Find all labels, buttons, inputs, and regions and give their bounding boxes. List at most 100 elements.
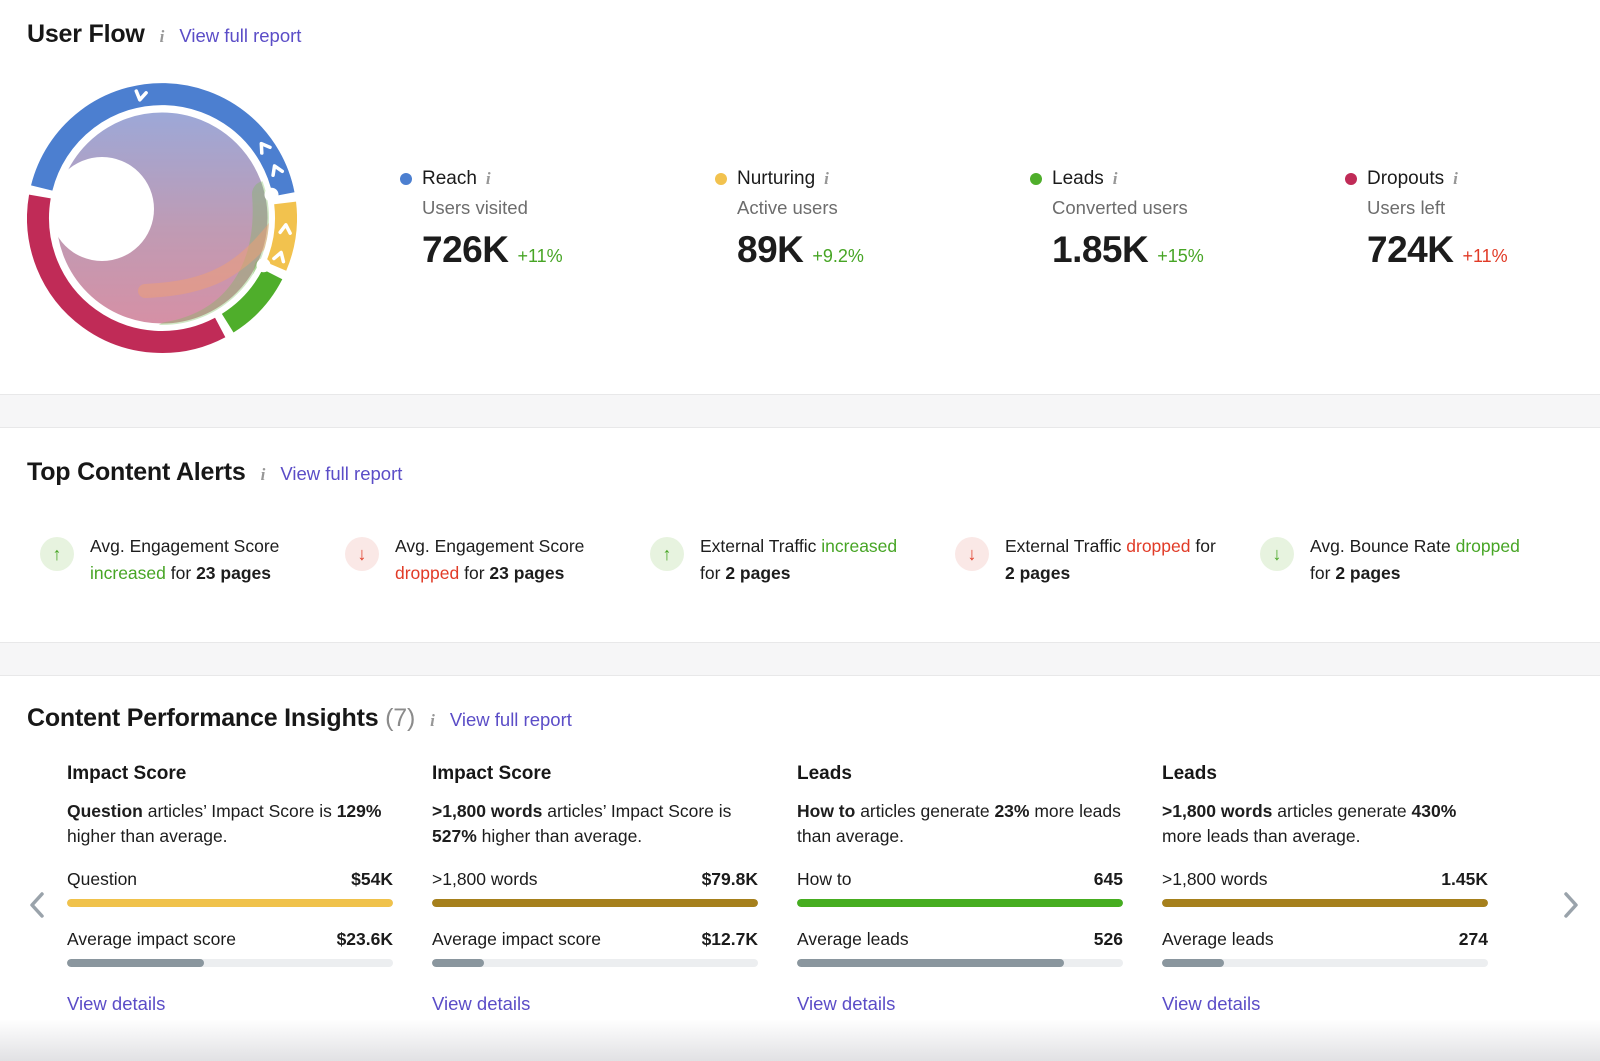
bar-value: 645 (1094, 869, 1123, 890)
insight-cards: Impact Score Question articles’ Impact S… (67, 763, 1600, 1015)
alert-item[interactable]: ↑ External Traffic increased for 2 pages (650, 533, 955, 587)
user-flow-section: User Flow i View full report (0, 0, 1600, 394)
alert-item[interactable]: ↓ External Traffic dropped for 2 pages (955, 533, 1260, 587)
section-divider (0, 394, 1600, 428)
alert-verb: increased (821, 536, 897, 556)
bar-value: $23.6K (337, 929, 393, 950)
alert-verb: dropped (1126, 536, 1190, 556)
card-title: Leads (1162, 763, 1488, 785)
arrow-up-icon: ↑ (650, 537, 684, 571)
flow-node-dot (265, 188, 279, 202)
carousel-next-button[interactable] (1562, 890, 1582, 920)
alert-metric-label: Avg. Bounce Rate (1310, 536, 1451, 556)
alert-verb: increased (90, 563, 166, 583)
insights-header: Content Performance Insights (7) i View … (27, 704, 1600, 733)
metric-change: +11% (517, 246, 562, 267)
metric-change: +11% (1462, 246, 1507, 267)
bar-label: Average impact score (432, 929, 601, 950)
average-bar (797, 959, 1123, 967)
user-flow-view-full-report-link[interactable]: View full report (179, 25, 301, 47)
bar-label: >1,800 words (432, 869, 538, 890)
alert-metric-label: Avg. Engagement Score (90, 536, 279, 556)
info-icon[interactable]: i (486, 169, 491, 189)
user-flow-diagram (27, 82, 297, 359)
bar-value: 1.45K (1441, 869, 1488, 890)
metric-sublabel: Active users (737, 197, 1030, 219)
bar-label: Average leads (797, 929, 909, 950)
info-icon[interactable]: i (160, 27, 165, 47)
alert-connector: for (464, 563, 484, 583)
user-flow-header: User Flow i View full report (27, 20, 1600, 49)
average-bar (67, 959, 393, 967)
alerts-title: Top Content Alerts (27, 458, 246, 487)
bar-value: 274 (1459, 929, 1488, 950)
alert-text: Avg. Bounce Rate dropped for 2 pages (1310, 533, 1532, 587)
alert-verb: dropped (1456, 536, 1520, 556)
alert-count: 2 pages (725, 563, 790, 583)
insight-card: Leads How to articles generate 23% more … (797, 763, 1123, 1015)
average-bar (432, 959, 758, 967)
info-icon[interactable]: i (261, 465, 266, 485)
category-bar (797, 899, 1123, 907)
metric-value: 724K (1367, 229, 1453, 271)
alert-text: External Traffic increased for 2 pages (700, 533, 922, 587)
category-bar-fill (67, 899, 393, 907)
view-details-link[interactable]: View details (797, 993, 895, 1015)
arrow-up-icon: ↑ (40, 537, 74, 571)
metric-name: Leads (1052, 168, 1104, 190)
category-bar-fill (1162, 899, 1488, 907)
card-title: Leads (797, 763, 1123, 785)
metric-change: +15% (1157, 246, 1204, 267)
arrow-down-icon: ↓ (345, 537, 379, 571)
metric-name: Nurturing (737, 168, 815, 190)
average-bar-fill (797, 959, 1064, 967)
view-details-link[interactable]: View details (67, 993, 165, 1015)
chevron-right-icon (1562, 890, 1580, 920)
metric-sublabel: Users left (1367, 197, 1600, 219)
bar-label: Average impact score (67, 929, 236, 950)
bar-value: 526 (1094, 929, 1123, 950)
alert-item[interactable]: ↑ Avg. Engagement Score increased for 23… (40, 533, 345, 587)
bar-label: >1,800 words (1162, 869, 1268, 890)
alerts-view-full-report-link[interactable]: View full report (280, 463, 402, 485)
insights-view-full-report-link[interactable]: View full report (450, 709, 572, 731)
category-bar-fill (797, 899, 1123, 907)
bar-value: $79.8K (702, 869, 758, 890)
arrow-down-icon: ↓ (955, 537, 989, 571)
info-icon[interactable]: i (824, 169, 829, 189)
metric-name: Dropouts (1367, 168, 1444, 190)
average-bar-fill (1162, 959, 1224, 967)
info-icon[interactable]: i (1453, 169, 1458, 189)
bar-value: $12.7K (702, 929, 758, 950)
info-icon[interactable]: i (430, 711, 435, 731)
info-icon[interactable]: i (1113, 169, 1118, 189)
carousel-prev-button[interactable] (28, 890, 48, 920)
category-bar (67, 899, 393, 907)
bottom-fade (0, 1019, 1600, 1061)
metric-dropouts: Dropouts i Users left 724K +11% (1345, 168, 1600, 271)
alerts-row: ↑ Avg. Engagement Score increased for 23… (40, 533, 1600, 587)
alert-count: 23 pages (196, 563, 271, 583)
alert-item[interactable]: ↓ Avg. Bounce Rate dropped for 2 pages (1260, 533, 1565, 587)
card-title: Impact Score (432, 763, 758, 785)
nurturing-dot-icon (715, 173, 727, 185)
insight-card: Impact Score >1,800 words articles’ Impa… (432, 763, 758, 1015)
user-flow-title: User Flow (27, 20, 145, 49)
dropouts-dot-icon (1345, 173, 1357, 185)
alert-count: 2 pages (1005, 563, 1070, 583)
alert-count: 23 pages (489, 563, 564, 583)
alert-connector: for (700, 563, 720, 583)
alert-metric-label: External Traffic (1005, 536, 1121, 556)
alert-item[interactable]: ↓ Avg. Engagement Score dropped for 23 p… (345, 533, 650, 587)
category-bar (1162, 899, 1488, 907)
alert-text: External Traffic dropped for 2 pages (1005, 533, 1227, 587)
section-divider (0, 642, 1600, 676)
view-details-link[interactable]: View details (1162, 993, 1260, 1015)
alert-text: Avg. Engagement Score increased for 23 p… (90, 533, 312, 587)
metric-nurturing: Nurturing i Active users 89K +9.2% (715, 168, 1030, 271)
average-bar-fill (67, 959, 204, 967)
insight-card: Impact Score Question articles’ Impact S… (67, 763, 393, 1015)
view-details-link[interactable]: View details (432, 993, 530, 1015)
bar-label: How to (797, 869, 851, 890)
metric-change: +9.2% (812, 246, 864, 267)
